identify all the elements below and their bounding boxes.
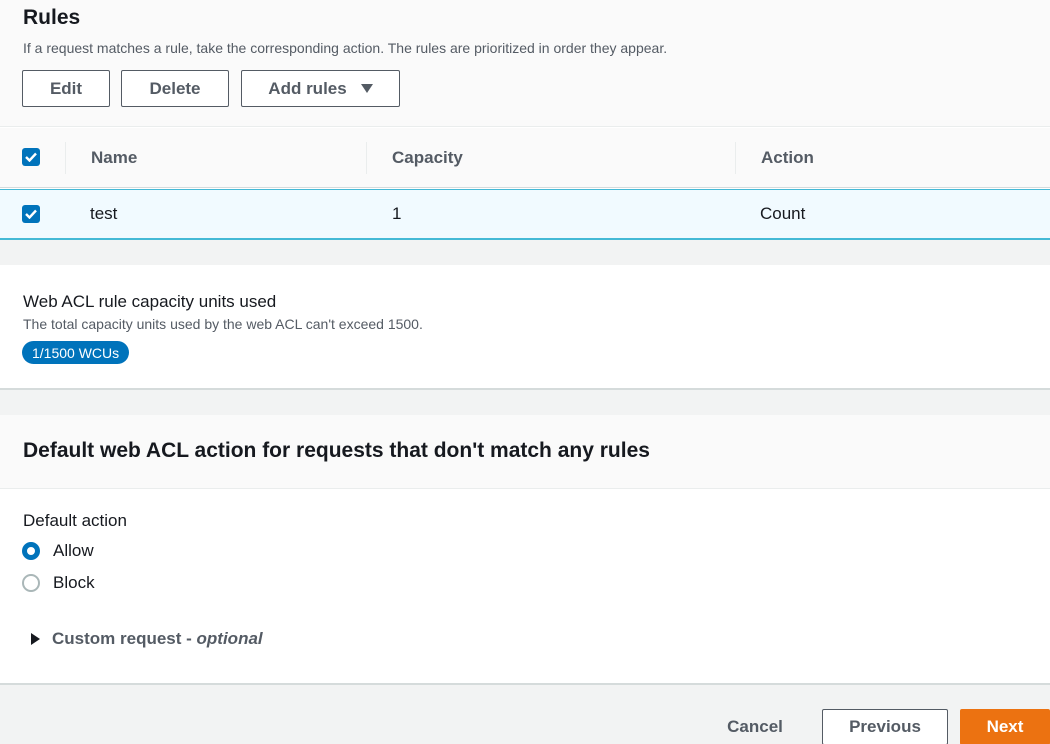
- radio-allow[interactable]: Allow: [22, 541, 94, 561]
- default-action-label: Default action: [23, 511, 127, 530]
- custom-request-text: Custom request -: [52, 629, 197, 648]
- default-action-header: Default web ACL action for requests that…: [0, 415, 1050, 489]
- default-action-title: Default web ACL action for requests that…: [23, 439, 650, 462]
- caret-right-icon: [31, 633, 40, 645]
- radio-label-allow: Allow: [53, 541, 94, 560]
- table-row[interactable]: test 1 Count: [0, 189, 1050, 240]
- row-checkbox[interactable]: [22, 205, 40, 223]
- rules-panel: Rules If a request matches a rule, take …: [0, 0, 1050, 240]
- column-header-action[interactable]: Action: [761, 148, 814, 168]
- rules-description: If a request matches a rule, take the co…: [23, 40, 668, 56]
- radio-block[interactable]: Block: [22, 573, 95, 593]
- column-divider: [735, 142, 736, 174]
- rules-table-header: Name Capacity Action: [0, 128, 1050, 188]
- capacity-description: The total capacity units used by the web…: [23, 316, 423, 332]
- radio-label-block: Block: [53, 573, 95, 592]
- add-rules-label: Add rules: [268, 78, 347, 98]
- custom-request-expander[interactable]: Custom request - optional: [31, 629, 263, 649]
- page: Rules If a request matches a rule, take …: [0, 0, 1050, 744]
- rule-name-cell: test: [90, 204, 118, 223]
- column-divider: [65, 142, 66, 174]
- radio-button-allow[interactable]: [22, 542, 40, 560]
- column-header-capacity[interactable]: Capacity: [392, 148, 463, 168]
- edit-button[interactable]: Edit: [22, 70, 110, 107]
- add-rules-button[interactable]: Add rules: [241, 70, 400, 107]
- next-button[interactable]: Next: [960, 709, 1050, 744]
- column-divider: [366, 142, 367, 174]
- capacity-title: Web ACL rule capacity units used: [23, 292, 277, 311]
- check-icon: [25, 152, 37, 162]
- select-all-checkbox[interactable]: [22, 148, 40, 166]
- radio-button-block[interactable]: [22, 574, 40, 592]
- rules-title: Rules: [23, 6, 81, 29]
- capacity-panel: Web ACL rule capacity units used The tot…: [0, 265, 1050, 390]
- capacity-badge: 1/1500 WCUs: [22, 341, 130, 364]
- rule-capacity-cell: 1: [392, 204, 402, 223]
- default-action-panel: Default web ACL action for requests that…: [0, 415, 1050, 685]
- check-icon: [25, 209, 37, 219]
- cancel-button[interactable]: Cancel: [712, 710, 798, 744]
- caret-down-icon: [360, 84, 373, 93]
- rules-header: Rules If a request matches a rule, take …: [0, 0, 1050, 127]
- column-header-name[interactable]: Name: [91, 148, 137, 168]
- delete-button[interactable]: Delete: [121, 70, 229, 107]
- previous-button[interactable]: Previous: [822, 709, 948, 744]
- custom-request-label: Custom request - optional: [52, 629, 263, 649]
- rule-action-cell: Count: [760, 204, 806, 223]
- optional-label: optional: [196, 629, 263, 648]
